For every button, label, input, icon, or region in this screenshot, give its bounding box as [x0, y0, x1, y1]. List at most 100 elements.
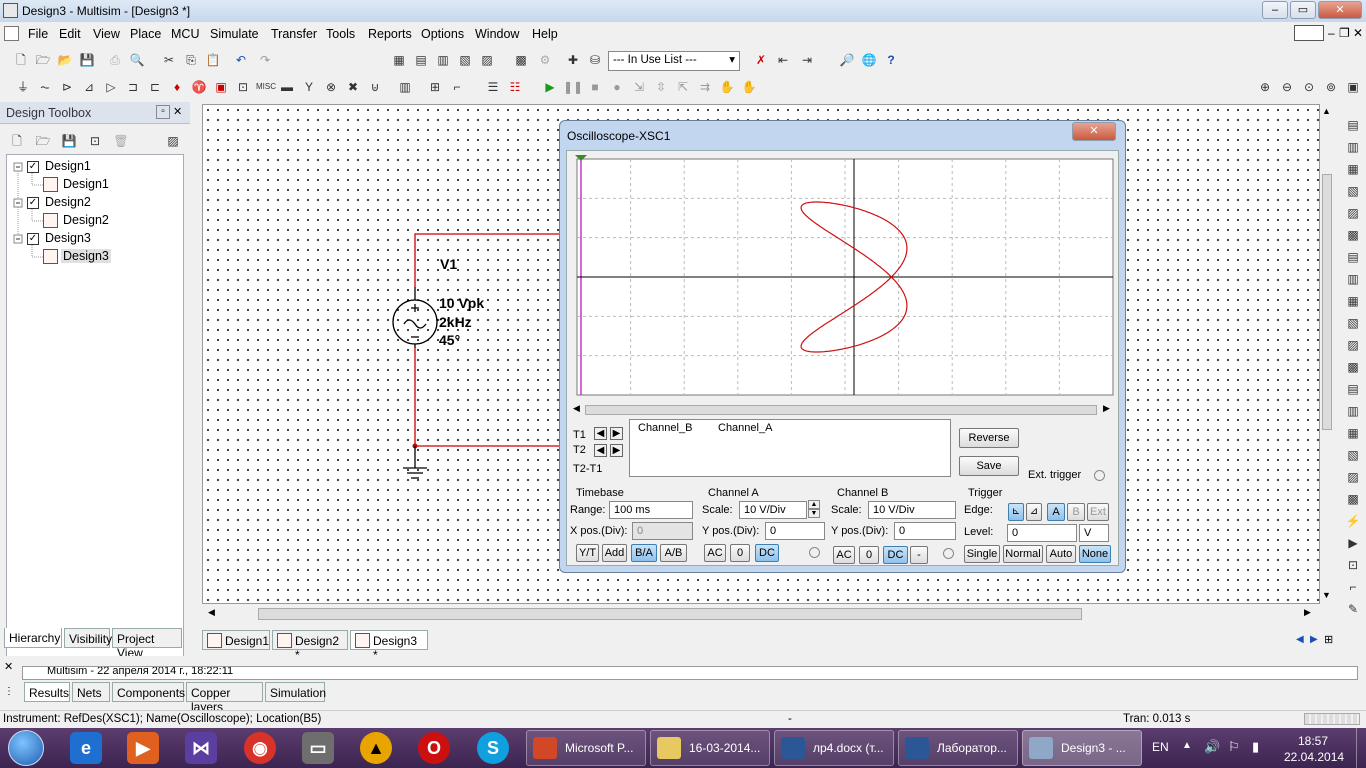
iv-analyzer-icon[interactable]: ▨ [1344, 336, 1362, 354]
scale-down-icon[interactable]: ▼ [808, 509, 820, 518]
zoom-area-icon[interactable]: ⊙ [1300, 78, 1318, 96]
multimeter-icon[interactable]: ▤ [1344, 116, 1362, 134]
tab-hierarchy[interactable]: Hierarchy [4, 628, 62, 648]
tab-simulation[interactable]: Simulation [265, 682, 326, 702]
tab-design2[interactable]: Design2 * [272, 630, 348, 662]
resistor-icon[interactable]: ⏦ [36, 78, 54, 96]
list-icon[interactable]: ☷ [506, 78, 524, 96]
design2-checkbox[interactable]: ✓ [27, 197, 39, 209]
source-icon[interactable]: ⏚ [14, 78, 32, 96]
channel-a-scale-field[interactable]: 10 V/Div [739, 501, 807, 519]
channel-a-ypos-field[interactable]: 0 [765, 522, 825, 540]
trigger-source-a[interactable]: A [1047, 503, 1065, 521]
trigger-level-field[interactable]: 0 [1007, 524, 1077, 542]
xpos-field[interactable]: 0 [632, 522, 693, 540]
distortion-analyzer-icon[interactable]: ▩ [1344, 358, 1362, 376]
channel-a-zero-button[interactable]: 0 [730, 544, 750, 562]
bode-plotter-icon[interactable]: ▩ [1344, 226, 1362, 244]
frequency-counter-icon[interactable]: ▤ [1344, 248, 1362, 266]
place-icon[interactable]: ✚ [564, 51, 582, 69]
single-button[interactable]: Single [964, 545, 1000, 563]
language-indicator[interactable]: EN [1152, 740, 1169, 754]
toolbox-close-button[interactable]: ✕ [173, 105, 182, 118]
indicator-icon[interactable]: ♈ [190, 78, 208, 96]
zoom-fit-icon[interactable]: ⊚ [1322, 78, 1340, 96]
help-icon[interactable]: ? [882, 51, 900, 69]
network-icon[interactable]: ▮ [1252, 739, 1259, 755]
scroll-thumb[interactable] [258, 608, 1082, 620]
undo-icon[interactable]: ↶ [232, 51, 250, 69]
in-use-list-dropdown[interactable]: --- In Use List --- ▾ [608, 51, 740, 71]
t2-left-icon[interactable]: ◀ [594, 444, 607, 457]
agilent-generator-icon[interactable]: ▦ [1344, 424, 1362, 442]
probe-icon[interactable]: ✎ [1344, 600, 1362, 618]
normal-button[interactable]: Normal [1003, 545, 1043, 563]
tab-design1[interactable]: Design1 [202, 630, 270, 650]
falling-edge-icon[interactable]: ⊿ [1026, 503, 1042, 521]
tray-expand-icon[interactable]: ▲ [1182, 740, 1192, 751]
scroll-down-icon[interactable]: ▼ [1322, 590, 1331, 600]
menu-file[interactable]: File [28, 27, 48, 41]
t2-right-icon[interactable]: ▶ [610, 444, 623, 457]
media-player-icon[interactable]: ▶ [127, 732, 159, 764]
trigger-source-b[interactable]: B [1067, 503, 1085, 521]
scope-scroll-right-icon[interactable]: ▶ [1103, 403, 1110, 414]
misc-label-icon[interactable]: MISC [256, 78, 276, 96]
flag-icon[interactable]: ⚐ [1228, 739, 1240, 755]
print-icon[interactable]: ⎙ [106, 51, 124, 69]
oscilloscope-icon[interactable]: ▧ [1344, 182, 1362, 200]
channel-b-zero-button[interactable]: 0 [859, 546, 879, 564]
pin-icon[interactable]: ▫ [156, 105, 170, 119]
ab-button[interactable]: A/B [660, 544, 687, 562]
grid-view-icon[interactable]: ▦ [390, 51, 408, 69]
channel-a-ac-button[interactable]: AC [704, 544, 726, 562]
ac-source-symbol[interactable] [392, 287, 438, 348]
transistor-icon[interactable]: ⊿ [80, 78, 98, 96]
save-design-icon[interactable]: 💾 [60, 132, 78, 150]
bus-icon[interactable]: ⊞ [426, 78, 444, 96]
tab-components[interactable]: Components [112, 682, 185, 702]
scope-scrollbar[interactable]: ◀ ▶ [573, 403, 1113, 417]
current-probe-icon[interactable]: ⌐ [1344, 578, 1362, 596]
function-generator-icon[interactable]: ▥ [1344, 138, 1362, 156]
find-icon[interactable]: 🔎 [838, 51, 856, 69]
open-folder-icon[interactable]: 📂 [56, 51, 74, 69]
scroll-thumb-v[interactable] [1322, 174, 1332, 430]
agilent-multimeter-icon[interactable]: ▧ [1344, 446, 1362, 464]
vertical-scrollbar[interactable]: ▲ ▼ [1320, 104, 1334, 604]
forward-annotate-icon[interactable]: ⇥ [798, 51, 816, 69]
close-button[interactable]: ✕ [1318, 1, 1362, 19]
database-icon[interactable]: ⛁ [586, 51, 604, 69]
tab-next-icon[interactable]: ▶ [1310, 634, 1318, 645]
cmos-icon[interactable]: ⊏ [146, 78, 164, 96]
menu-mcu[interactable]: MCU [171, 27, 199, 41]
tab-copper-layers[interactable]: Copper layers [186, 682, 263, 714]
bom-icon[interactable]: ☰ [484, 78, 502, 96]
reverse-button[interactable]: Reverse [959, 428, 1019, 448]
cut-icon[interactable]: ✂ [160, 51, 178, 69]
component-db-icon[interactable]: ▩ [512, 51, 530, 69]
channel-b-terminal[interactable] [943, 548, 954, 559]
logic-analyzer-icon[interactable]: ▦ [1344, 292, 1362, 310]
skype-icon[interactable]: S [477, 732, 509, 764]
grapher-icon[interactable]: ▧ [456, 51, 474, 69]
rising-edge-icon[interactable]: ⊾ [1008, 503, 1024, 521]
wattmeter-icon[interactable]: ▦ [1344, 160, 1362, 178]
mcu-icon[interactable]: ✖ [344, 78, 362, 96]
channel-a-terminal[interactable] [809, 547, 820, 558]
menu-place[interactable]: Place [130, 27, 161, 41]
breakpoint-icon[interactable]: ● [608, 78, 626, 96]
sheet-icon[interactable]: ▨ [164, 132, 182, 150]
copy-icon[interactable]: ⎘ [182, 51, 200, 69]
table-icon[interactable]: ▤ [412, 51, 430, 69]
channel-b-ypos-field[interactable]: 0 [894, 522, 956, 540]
analog-icon[interactable]: ▷ [102, 78, 120, 96]
save-button[interactable]: Save [959, 456, 1019, 476]
advanced-icon[interactable]: ▬ [278, 78, 296, 96]
ni-elvis-icon[interactable]: ⊡ [1344, 556, 1362, 574]
ext-trigger-terminal[interactable] [1094, 470, 1105, 481]
start-button[interactable] [8, 730, 44, 766]
daemon-tools-icon[interactable]: ▲ [360, 732, 392, 764]
doc-close-button[interactable]: ✕ [1353, 26, 1363, 40]
menu-view[interactable]: View [93, 27, 120, 41]
